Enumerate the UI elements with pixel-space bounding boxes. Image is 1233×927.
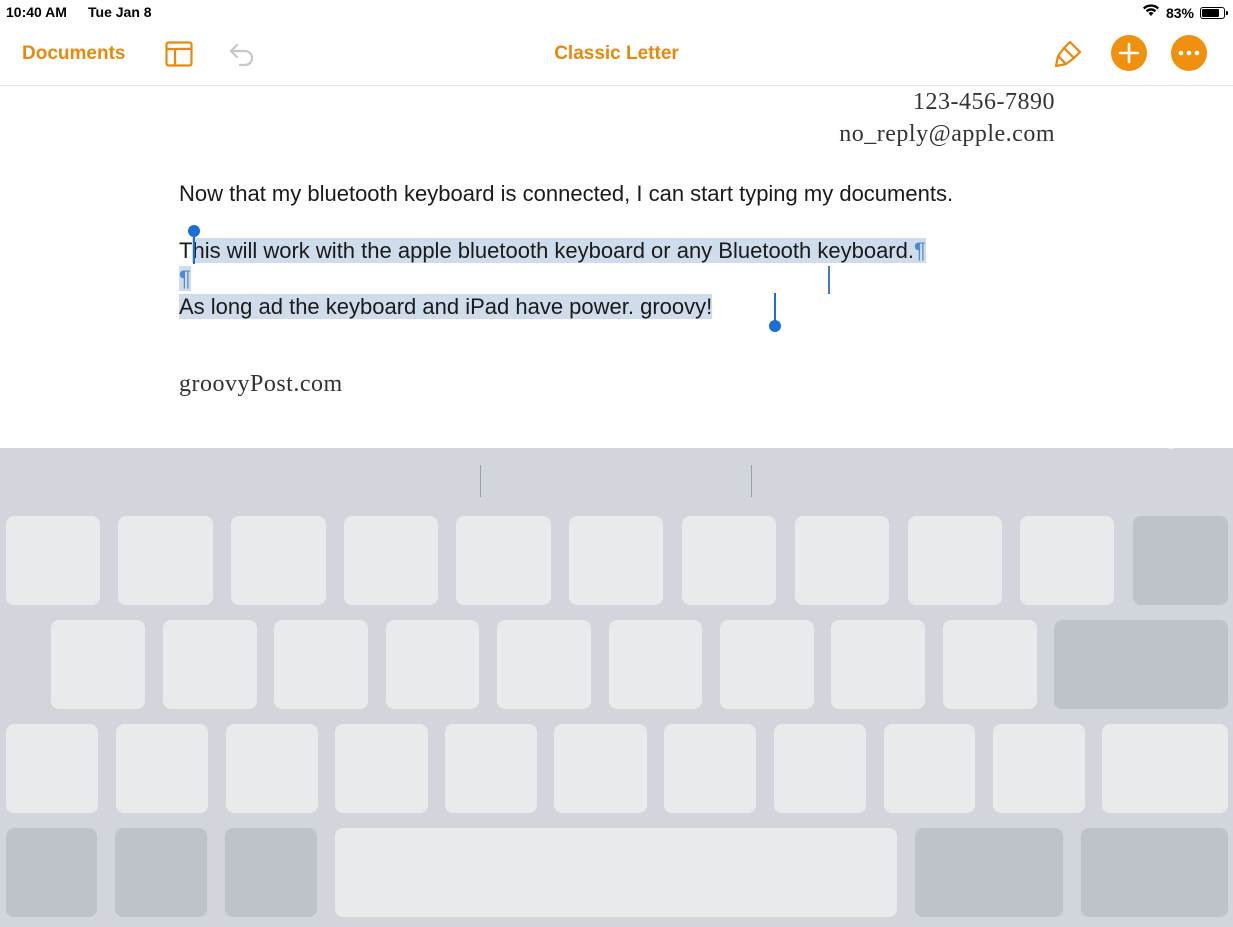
keyboard-key[interactable]: [226, 724, 318, 813]
undo-icon[interactable]: [228, 41, 256, 72]
status-time: 10:40 AM: [6, 4, 67, 20]
paragraph-2-first-char: T: [179, 238, 193, 263]
keyboard-key[interactable]: [6, 516, 100, 605]
keyboard-key[interactable]: [884, 724, 975, 813]
toolbar: Documents Classic Letter: [0, 24, 1233, 86]
keyboard-key[interactable]: [231, 516, 326, 605]
keyboard-key[interactable]: [993, 724, 1085, 813]
selected-text-line-3: As long ad the keyboard and iPad have po…: [179, 294, 713, 319]
keyboard-key[interactable]: [720, 620, 814, 709]
more-button[interactable]: [1171, 35, 1207, 71]
keyboard-key[interactable]: [569, 516, 663, 605]
keyboard-key[interactable]: [554, 724, 647, 813]
pilcrow-mark: ¶: [179, 266, 191, 291]
documents-button[interactable]: Documents: [22, 43, 125, 65]
selected-text-line-1: his will work with the apple bluetooth k…: [192, 238, 926, 263]
paragraph-1[interactable]: Now that my bluetooth keyboard is connec…: [179, 181, 953, 207]
keyboard-key[interactable]: [774, 724, 866, 813]
paragraph-2[interactable]: This will work with the apple bluetooth …: [179, 238, 926, 264]
plus-icon: [1118, 42, 1140, 64]
battery-percent: 83%: [1165, 4, 1194, 21]
sidebar-icon[interactable]: [165, 41, 193, 72]
keyboard-key[interactable]: [6, 724, 98, 813]
keyboard-key[interactable]: [344, 516, 438, 605]
pilcrow-mark: ¶: [913, 238, 926, 263]
keyboard-key[interactable]: [225, 828, 317, 917]
keyboard-key[interactable]: [908, 516, 1002, 605]
keyboard-key[interactable]: [831, 620, 925, 709]
shortcut-bar-divider: [751, 465, 752, 497]
keyboard-key[interactable]: [51, 620, 145, 709]
status-bar: 10:40 AM Tue Jan 8 83%: [0, 0, 1233, 24]
keyboard-key[interactable]: [116, 724, 208, 813]
paragraph-3-empty[interactable]: ¶: [179, 266, 191, 292]
keyboard-key[interactable]: [386, 620, 479, 709]
keyboard-key[interactable]: [1102, 724, 1228, 813]
space-bar[interactable]: [335, 828, 897, 917]
keyboard-key[interactable]: [456, 516, 551, 605]
keyboard-key[interactable]: [609, 620, 702, 709]
keyboard-key[interactable]: [664, 724, 756, 813]
keyboard-key[interactable]: [1054, 620, 1228, 709]
software-keyboard: [0, 448, 1233, 927]
keyboard-key[interactable]: [163, 620, 257, 709]
keyboard-key[interactable]: [1133, 516, 1228, 605]
keyboard-key[interactable]: [682, 516, 776, 605]
keyboard-key[interactable]: [445, 724, 537, 813]
selection-end-handle[interactable]: [769, 320, 781, 332]
keyboard-key[interactable]: [274, 620, 368, 709]
keyboard-key[interactable]: [6, 828, 97, 917]
document-canvas[interactable]: 123-456-7890 no_reply@apple.com Now that…: [0, 86, 1233, 448]
signature-text[interactable]: groovyPost.com: [179, 371, 343, 398]
address-line-cutoff: [860, 86, 862, 103]
watermark-logo: gP: [1162, 409, 1201, 449]
keyboard-key[interactable]: [497, 620, 591, 709]
paragraph-4[interactable]: As long ad the keyboard and iPad have po…: [179, 294, 713, 320]
document-title[interactable]: Classic Letter: [554, 43, 679, 64]
keyboard-key[interactable]: [1081, 828, 1228, 917]
selection-start-bar: [193, 234, 195, 264]
wifi-icon: [1142, 3, 1160, 22]
keyboard-key[interactable]: [1020, 516, 1114, 605]
paintbrush-icon[interactable]: [1052, 38, 1084, 75]
battery-icon: [1200, 6, 1228, 19]
address-email[interactable]: no_reply@apple.com: [839, 121, 1055, 148]
keyboard-key[interactable]: [335, 724, 428, 813]
keyboard-key[interactable]: [943, 620, 1037, 709]
shortcut-bar-divider: [480, 465, 481, 497]
more-icon: [1178, 50, 1200, 56]
keyboard-key[interactable]: [795, 516, 889, 605]
selection-end-bar: [774, 293, 776, 323]
keyboard-key[interactable]: [118, 516, 213, 605]
address-phone[interactable]: 123-456-7890: [913, 89, 1055, 116]
status-right-group: 83%: [1142, 3, 1228, 22]
status-date: Tue Jan 8: [88, 4, 152, 20]
keyboard-key[interactable]: [915, 828, 1063, 917]
selected-text: his will work with the apple bluetooth k…: [192, 238, 914, 263]
battery-fill: [1202, 8, 1220, 17]
text-caret: [828, 266, 830, 294]
add-button[interactable]: [1111, 35, 1147, 71]
keyboard-key[interactable]: [115, 828, 207, 917]
